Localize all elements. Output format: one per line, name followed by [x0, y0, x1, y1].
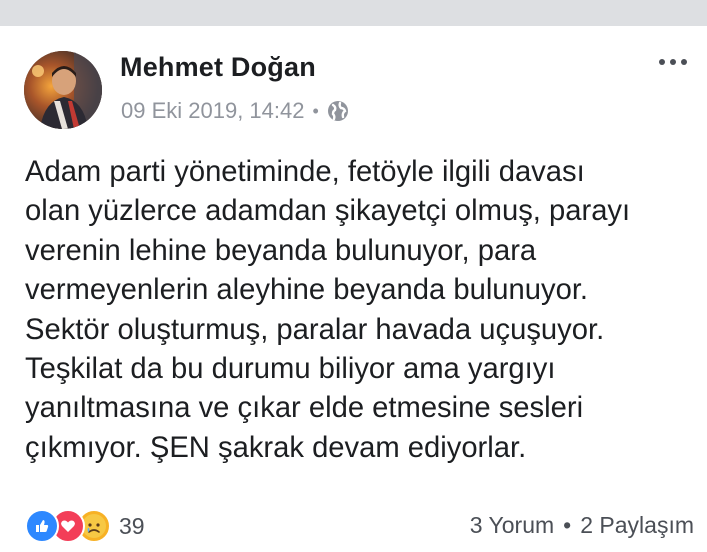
more-dot — [670, 59, 676, 65]
avatar-photo — [24, 51, 102, 129]
post-meta: 09 Eki 2019, 14:42 • — [121, 98, 349, 124]
globe-icon[interactable] — [327, 100, 349, 122]
feed-background-strip — [0, 0, 707, 26]
more-dot — [659, 59, 665, 65]
like-icon — [25, 509, 59, 543]
shares-count-link[interactable]: 2 Paylaşım — [580, 512, 694, 539]
post-text: Adam parti yönetiminde, fetöyle ilgili d… — [25, 156, 631, 464]
more-dot — [681, 59, 687, 65]
reaction-count: 39 — [119, 512, 145, 539]
post-card: Mehmet Doğan 09 Eki 2019, 14:42 • Adam p… — [0, 26, 707, 552]
more-options-button[interactable] — [659, 52, 687, 72]
stats-separator: • — [563, 512, 572, 538]
reactions-summary[interactable]: 39 — [25, 509, 145, 543]
comments-count-link[interactable]: 3 Yorum — [470, 512, 554, 539]
avatar[interactable] — [24, 51, 102, 129]
meta-separator: • — [312, 100, 319, 121]
engagement-stats: 3 Yorum • 2 Paylaşım — [470, 512, 694, 539]
post-timestamp[interactable]: 09 Eki 2019, 14:42 — [121, 98, 304, 124]
author-name[interactable]: Mehmet Doğan — [120, 52, 316, 83]
